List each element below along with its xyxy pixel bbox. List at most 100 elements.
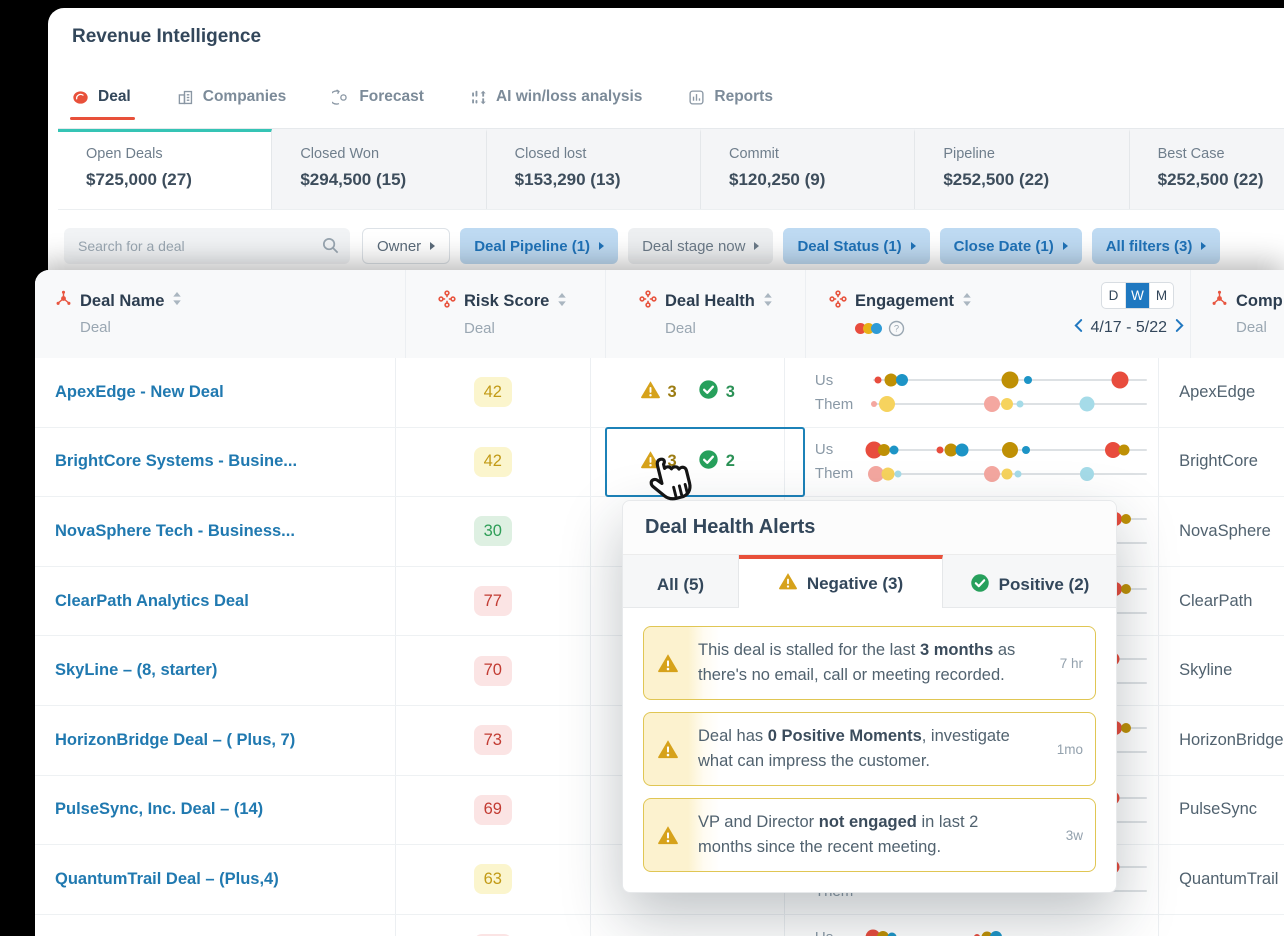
company-cell[interactable]: ApexEdge — [1158, 358, 1284, 427]
tab-label: Deal — [98, 88, 131, 106]
deal-name-link[interactable]: HorizonBridge Deal – ( Plus, 7) — [55, 731, 295, 750]
deal-name-cell: NovaSphere Tech - Business... — [35, 497, 395, 566]
granularity-month[interactable]: M — [1149, 283, 1173, 308]
engagement-cell: UsThem — [784, 428, 1158, 497]
deal-search — [64, 228, 350, 264]
granularity-day[interactable]: D — [1102, 283, 1125, 308]
column-title: Risk Score — [464, 292, 549, 311]
chevron-right-icon[interactable] — [1175, 318, 1184, 338]
sort-icon[interactable] — [763, 292, 773, 312]
granularity-toggle: D W M — [1101, 282, 1174, 309]
sort-icon[interactable] — [172, 291, 182, 311]
summary-card-closed-lost[interactable]: Closed lost$153,290 (13) — [487, 129, 701, 209]
summary-card-commit[interactable]: Commit$120,250 (9) — [701, 129, 915, 209]
tab-forecast[interactable]: Forecast — [332, 88, 424, 120]
company-name: QuantumTrail — [1179, 870, 1278, 889]
card-label: Open Deals — [86, 146, 271, 162]
risk-score-cell: 63 — [395, 845, 589, 914]
sort-icon[interactable] — [962, 292, 972, 312]
tab-reports[interactable]: Reports — [688, 88, 773, 120]
filter-close-date-1[interactable]: Close Date (1) — [940, 228, 1082, 264]
deal-health-cell[interactable]: 33 — [590, 358, 784, 427]
column-header-company[interactable]: Comp Deal — [1190, 270, 1284, 358]
warning-icon[interactable] — [640, 449, 661, 475]
alert-time: 3w — [1033, 828, 1095, 843]
column-header-deal-health[interactable]: Deal Health Deal — [605, 270, 805, 358]
company-cell[interactable]: ClearPath — [1158, 567, 1284, 636]
card-label: Best Case — [1158, 146, 1284, 162]
filter-all-filters-3[interactable]: All filters (3) — [1092, 228, 1221, 264]
search-input[interactable] — [64, 228, 350, 264]
tab-companies[interactable]: Companies — [177, 88, 287, 120]
popup-tab-negative-3[interactable]: Negative (3) — [739, 555, 943, 608]
filter-deal-status-1[interactable]: Deal Status (1) — [783, 228, 929, 264]
deal-name-link[interactable]: QuantumTrail Deal – (Plus,4) — [55, 870, 279, 889]
tab-deal[interactable]: Deal — [72, 88, 131, 120]
alert-card[interactable]: VP and Director not engaged in last 2 mo… — [643, 798, 1096, 872]
positive-count: 2 — [726, 452, 735, 471]
engagement-dot — [1024, 376, 1032, 384]
granularity-week[interactable]: W — [1125, 283, 1149, 308]
page-title: Revenue Intelligence — [72, 26, 261, 48]
engagement-dot — [871, 401, 877, 407]
deal-name-link[interactable]: ClearPath Analytics Deal — [55, 592, 249, 611]
deal-name-link[interactable]: ApexEdge - New Deal — [55, 383, 224, 402]
company-cell[interactable]: HorizonBridge — [1158, 706, 1284, 775]
svg-text:?: ? — [894, 324, 899, 335]
deal-name-link[interactable]: BrightCore Systems - Busine... — [55, 452, 297, 471]
chevron-left-icon[interactable] — [1074, 318, 1083, 338]
column-header-engagement[interactable]: Engagement ? D W M — [805, 270, 1190, 358]
nav-tabs: Deal Companies Forecast AI win/loss analysi… — [72, 78, 773, 120]
risk-score-cell — [395, 915, 589, 936]
engagement-dot — [1118, 444, 1129, 455]
column-header-risk-score[interactable]: Risk Score Deal — [405, 270, 605, 358]
company-cell[interactable]: NovaSphere — [1158, 497, 1284, 566]
gong-feature-icon — [829, 290, 847, 313]
company-cell[interactable]: QuantumTrail — [1158, 845, 1284, 914]
risk-score-cell: 69 — [395, 776, 589, 845]
risk-score-badge: 77 — [474, 586, 512, 616]
engagement-dot — [882, 467, 895, 480]
filter-owner[interactable]: Owner — [362, 228, 450, 264]
company-cell[interactable]: Skyline — [1158, 636, 1284, 705]
alert-card[interactable]: This deal is stalled for the last 3 mont… — [643, 626, 1096, 700]
summary-cards-row: Open Deals$725,000 (27)Closed Won$294,50… — [58, 128, 1284, 210]
filter-deal-pipeline-1[interactable]: Deal Pipeline (1) — [460, 228, 618, 264]
warning-icon[interactable] — [640, 379, 661, 405]
column-header-deal-name[interactable]: Deal Name Deal — [35, 270, 405, 358]
column-subtitle: Deal — [80, 319, 405, 336]
popup-tab-label: Negative (3) — [807, 574, 903, 594]
summary-card-best-case[interactable]: Best Case$252,500 (22) — [1130, 129, 1284, 209]
company-cell[interactable]: PulseSync — [1158, 776, 1284, 845]
column-title: Engagement — [855, 292, 954, 311]
us-label: Us — [785, 929, 873, 936]
summary-card-pipeline[interactable]: Pipeline$252,500 (22) — [915, 129, 1129, 209]
engagement-dot — [1121, 584, 1131, 594]
deal-name-link[interactable]: SkyLine – (8, starter) — [55, 661, 217, 680]
company-cell[interactable]: BrightCore — [1158, 428, 1284, 497]
popup-tab-all-5[interactable]: All (5) — [623, 555, 739, 607]
hubspot-icon — [1211, 290, 1228, 312]
filter-deal-stage-now[interactable]: Deal stage now — [628, 228, 773, 264]
summary-card-open-deals[interactable]: Open Deals$725,000 (27) — [58, 129, 272, 209]
sort-icon[interactable] — [557, 292, 567, 312]
search-icon — [321, 236, 340, 260]
risk-score-badge: 63 — [474, 864, 512, 894]
check-icon[interactable] — [698, 449, 719, 475]
deal-name-link[interactable]: PulseSync, Inc. Deal – (14) — [55, 800, 263, 819]
summary-card-closed-won[interactable]: Closed Won$294,500 (15) — [272, 129, 486, 209]
check-icon[interactable] — [698, 379, 719, 405]
deal-health-alerts-popup: Deal Health Alerts All (5)Negative (3)Po… — [622, 500, 1117, 893]
us-track — [873, 368, 1147, 392]
popup-tab-positive-2[interactable]: Positive (2) — [943, 555, 1116, 607]
help-icon[interactable]: ? — [888, 320, 905, 337]
deal-name-link[interactable]: NovaSphere Tech - Business... — [55, 522, 295, 541]
company-cell[interactable] — [1158, 915, 1284, 936]
alert-card[interactable]: Deal has 0 Positive Moments, investigate… — [643, 712, 1096, 786]
deal-health-cell[interactable] — [590, 915, 784, 936]
tab-ai-win-loss-analysis[interactable]: AI win/loss analysis — [470, 88, 642, 120]
deal-name-cell: ClearPath Analytics Deal — [35, 567, 395, 636]
deal-health-cell[interactable]: 32 — [590, 428, 784, 497]
risk-score-cell: 42 — [395, 428, 589, 497]
engagement-dot — [1016, 401, 1023, 408]
